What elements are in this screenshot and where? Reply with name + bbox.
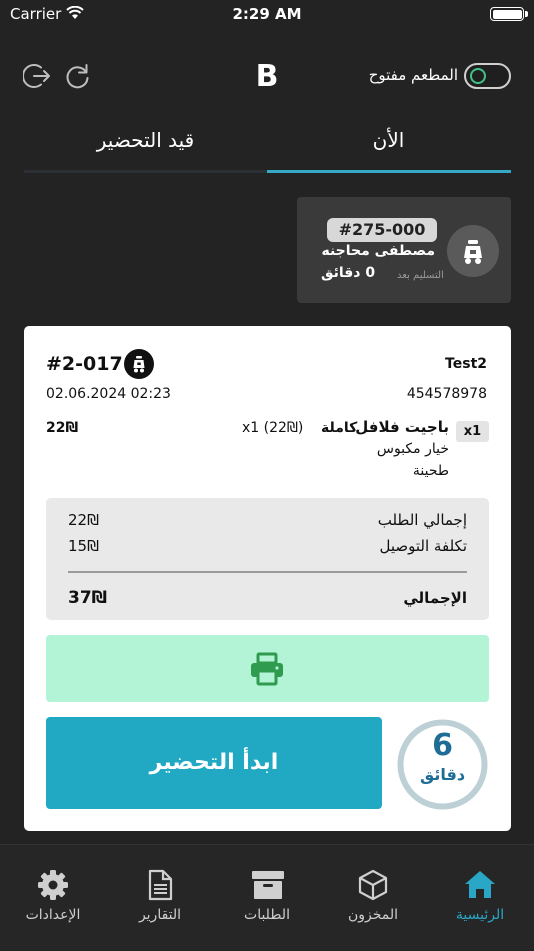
delivery-label: التسليم بعد <box>397 270 444 281</box>
scooter-icon <box>124 349 154 379</box>
tab-now[interactable]: الأن <box>267 128 510 152</box>
pending-order-customer: مصطفى محاجنه <box>321 243 435 259</box>
restaurant-status-label: المطعم مفتوح <box>368 66 458 84</box>
line-item-unit-price: x1 (22₪) <box>242 420 304 436</box>
nav-label: الإعدادات <box>25 907 81 923</box>
delivery-time: 0 دقائق <box>321 265 376 281</box>
delivery-cost-label: تكلفة التوصيل <box>379 537 467 555</box>
order-id: #2-017 <box>46 353 123 375</box>
pending-order-number: #275-000 <box>327 218 437 242</box>
timer-unit: دقائق <box>419 765 466 784</box>
tab-active-indicator <box>267 170 511 173</box>
nav-orders[interactable]: الطلبات <box>214 845 320 951</box>
customer-name: Test2 <box>445 356 487 372</box>
nav-label: الرئيسية <box>455 907 505 923</box>
prep-time-timer[interactable]: 6 دقائق <box>396 718 489 811</box>
order-summary: إجمالي الطلب 22₪ تكلفة التوصيل 15₪ الإجم… <box>46 498 489 620</box>
subtotal-label: إجمالي الطلب <box>377 511 467 529</box>
scooter-icon <box>447 225 499 277</box>
nav-label: التقارير <box>138 907 182 923</box>
box-icon <box>358 869 388 901</box>
line-item-price: 22₪ <box>46 420 79 436</box>
nav-reports[interactable]: التقارير <box>107 845 213 951</box>
header: B المطعم مفتوح <box>0 50 534 102</box>
total-value: 37₪ <box>68 588 108 608</box>
order-date: 02.06.2024 02:23 <box>46 386 171 402</box>
line-item-option: طحينة <box>412 463 449 479</box>
print-button[interactable] <box>46 635 489 702</box>
pending-order-card[interactable]: #275-000 مصطفى محاجنه التسليم بعد 0 دقائ… <box>297 197 511 303</box>
order-tabs: الأن قيد التحضير <box>24 120 511 174</box>
quantity-badge: x1 <box>456 421 489 442</box>
delivery-cost-value: 15₪ <box>68 537 99 555</box>
line-item-option: خيار مكبوس <box>376 441 449 457</box>
bottom-nav: الرئيسية المخزون الطلبات التقارير الإعدا… <box>0 844 534 950</box>
status-bar: Carrier 2:29 AM <box>0 0 534 28</box>
total-label: الإجمالي <box>403 589 467 607</box>
line-item-size: كاملة <box>321 420 358 436</box>
archive-icon <box>252 871 284 899</box>
printer-icon <box>251 652 283 686</box>
tab-in-preparation[interactable]: قيد التحضير <box>24 128 267 152</box>
nav-inventory[interactable]: المخزون <box>320 845 426 951</box>
gear-icon <box>38 870 68 900</box>
summary-divider <box>68 571 467 573</box>
nav-home[interactable]: الرئيسية <box>427 845 533 951</box>
timer-value: 6 <box>432 728 453 763</box>
clock: 2:29 AM <box>232 5 302 23</box>
customer-phone[interactable]: 454578978 <box>407 386 487 402</box>
line-item-name: باجيت فلافل <box>355 418 449 436</box>
start-preparation-button[interactable]: ابدأ التحضير <box>46 717 382 809</box>
nav-label: الطلبات <box>244 907 290 923</box>
report-icon <box>148 869 173 901</box>
order-card: #2-017 Test2 02.06.2024 02:23 454578978 … <box>24 326 511 831</box>
nav-label: المخزون <box>347 907 399 923</box>
toggle-knob <box>470 68 486 84</box>
subtotal-value: 22₪ <box>68 511 99 529</box>
battery-icon <box>490 7 528 21</box>
nav-settings[interactable]: الإعدادات <box>0 845 106 951</box>
home-icon <box>465 871 495 898</box>
restaurant-open-toggle[interactable] <box>464 63 511 89</box>
